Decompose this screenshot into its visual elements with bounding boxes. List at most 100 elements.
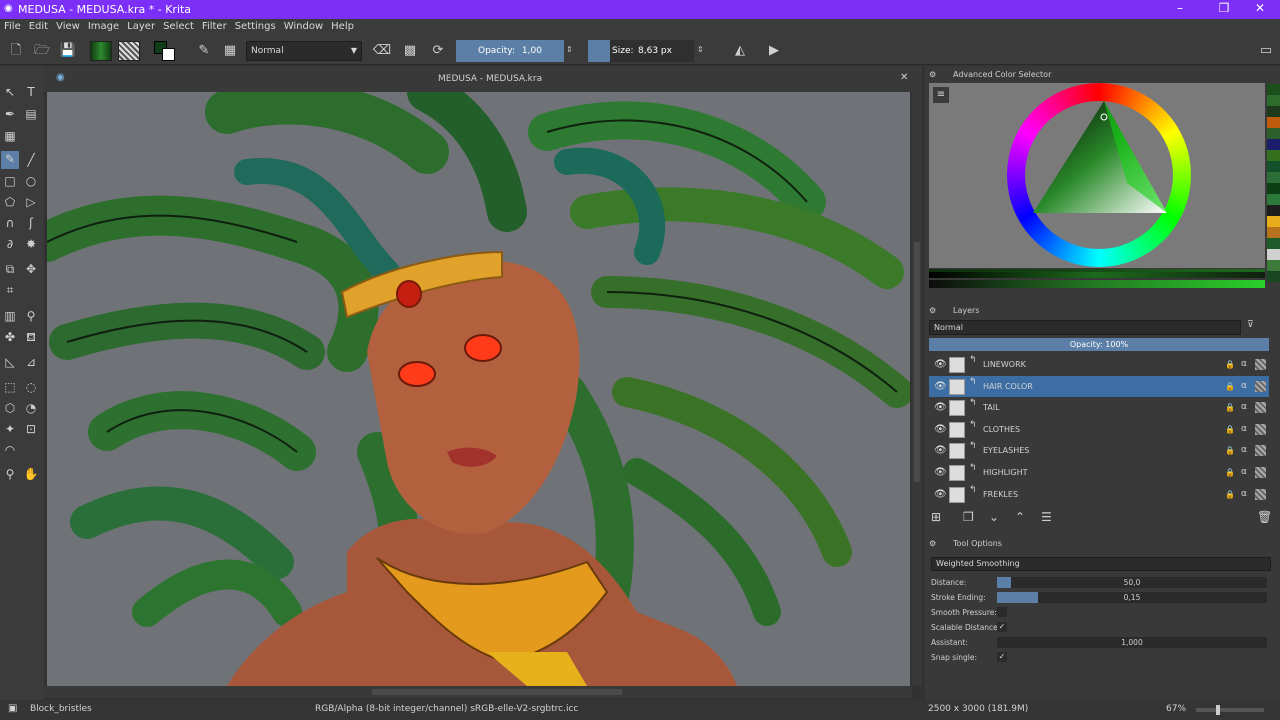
- layer-row[interactable]: 👁 ↰ HAIR COLOR 🔒 α: [929, 375, 1269, 397]
- lock-icon[interactable]: 🔒: [1225, 440, 1235, 461]
- new-document-icon[interactable]: 🗋: [6, 41, 26, 61]
- background-color-swatch[interactable]: [162, 48, 175, 61]
- lock-icon[interactable]: 🔒: [1225, 419, 1235, 440]
- layer-row[interactable]: 👁 ↰ EYELASHES 🔒 α: [929, 440, 1269, 461]
- maximize-icon[interactable]: ❐: [1216, 1, 1232, 17]
- bezier-tool-icon[interactable]: ∩: [2, 215, 18, 231]
- layer-properties-icon[interactable]: ☰: [1041, 510, 1052, 524]
- palette-swatch[interactable]: [1267, 205, 1280, 216]
- size-spin-icon[interactable]: ⇕: [697, 45, 704, 54]
- move-layer-down-icon[interactable]: ⌄: [989, 510, 999, 524]
- lock-icon[interactable]: 🔒: [1225, 462, 1235, 483]
- gradient-tool-icon[interactable]: ▥: [2, 308, 18, 324]
- menu-view[interactable]: View: [52, 19, 84, 34]
- drawing-canvas[interactable]: [47, 92, 910, 686]
- saturation-value-triangle[interactable]: [1007, 83, 1191, 267]
- option-checkbox[interactable]: ✓: [997, 622, 1007, 632]
- rectangle-tool-icon[interactable]: □: [2, 173, 18, 189]
- menu-image[interactable]: Image: [84, 19, 123, 34]
- palette-swatch[interactable]: [1267, 238, 1280, 249]
- delete-layer-icon[interactable]: 🗑: [1257, 510, 1272, 524]
- eye-icon[interactable]: 👁: [934, 462, 947, 483]
- layer-row[interactable]: 👁 ↰ TAIL 🔒 α: [929, 397, 1269, 418]
- color-picker-icon[interactable]: ⚲: [23, 308, 39, 324]
- layer-opacity-slider[interactable]: Opacity: 100%: [929, 338, 1269, 351]
- reload-preset-icon[interactable]: ⟳: [428, 41, 448, 61]
- palette-swatch[interactable]: [1267, 139, 1280, 150]
- crop-tool-icon[interactable]: ⌗: [2, 282, 18, 298]
- move-layer-up-icon[interactable]: ⌃: [1015, 510, 1025, 524]
- palette-swatch[interactable]: [1267, 128, 1280, 139]
- eye-icon[interactable]: 👁: [934, 376, 947, 397]
- alpha-lock-icon[interactable]: α: [1241, 440, 1247, 461]
- transparency-icon[interactable]: [1255, 359, 1266, 370]
- transparency-icon[interactable]: [1255, 445, 1266, 457]
- smoothing-select[interactable]: Weighted Smoothing: [931, 557, 1271, 571]
- panel-lock-icon[interactable]: ⚙: [929, 68, 936, 82]
- pattern-tool-icon[interactable]: ▦: [2, 128, 18, 144]
- calligraphy-icon[interactable]: ▤: [23, 106, 39, 122]
- menu-settings[interactable]: Settings: [231, 19, 280, 34]
- layer-blend-mode-select[interactable]: Normal: [929, 320, 1241, 335]
- brush-preset-icon[interactable]: ✎: [194, 41, 214, 61]
- multibrush-icon[interactable]: ✸: [23, 236, 39, 252]
- transparency-icon[interactable]: [1255, 380, 1266, 392]
- alpha-lock-icon[interactable]: α: [1241, 397, 1247, 418]
- eye-icon[interactable]: 👁: [934, 354, 947, 375]
- transparency-icon[interactable]: [1255, 467, 1266, 478]
- add-layer-icon[interactable]: ⊞: [931, 510, 941, 524]
- palette-swatch[interactable]: [1267, 106, 1280, 117]
- panel-lock-icon[interactable]: ⚙: [929, 537, 936, 551]
- freehand-select-icon[interactable]: ◔: [23, 400, 39, 416]
- vertical-scroll-thumb[interactable]: [914, 242, 920, 482]
- gradient-preset-button[interactable]: [90, 41, 112, 61]
- opacity-spin-icon[interactable]: ⇕: [566, 45, 573, 54]
- close-view-icon[interactable]: ✕: [900, 72, 908, 83]
- move-tool-icon[interactable]: ✥: [23, 261, 39, 277]
- line-tool-icon[interactable]: ╱: [23, 152, 39, 168]
- palette-swatch[interactable]: [1267, 172, 1280, 183]
- horizontal-scroll-thumb[interactable]: [372, 689, 622, 695]
- assistant-tool-icon[interactable]: ◺: [2, 354, 18, 370]
- option-slider[interactable]: 1,000: [997, 637, 1267, 648]
- color-history-palette[interactable]: [1267, 84, 1280, 288]
- transform-tool-icon[interactable]: ⧉: [2, 261, 18, 277]
- eye-icon[interactable]: 👁: [934, 397, 947, 418]
- freehand-path-icon[interactable]: ʃ: [23, 215, 39, 231]
- ellipse-select-icon[interactable]: ◌: [23, 379, 39, 395]
- select-shapes-icon[interactable]: ↖: [2, 84, 18, 100]
- polygon-select-icon[interactable]: ⬡: [2, 400, 18, 416]
- opacity-slider[interactable]: Opacity: 1,00: [456, 40, 564, 62]
- mirror-horizontal-icon[interactable]: ◭: [730, 41, 750, 61]
- rect-select-icon[interactable]: ⬚: [2, 379, 18, 395]
- duplicate-layer-icon[interactable]: ❐: [963, 510, 974, 524]
- menu-file[interactable]: File: [0, 19, 25, 34]
- menu-help[interactable]: Help: [327, 19, 358, 34]
- eye-icon[interactable]: 👁: [934, 440, 947, 461]
- palette-swatch[interactable]: [1267, 194, 1280, 205]
- ellipse-tool-icon[interactable]: ○: [23, 173, 39, 189]
- colorize-mask-icon[interactable]: ✤: [2, 329, 18, 345]
- palette-swatch[interactable]: [1267, 271, 1280, 282]
- size-slider[interactable]: Size: 8,63 px: [588, 40, 694, 62]
- palette-swatch[interactable]: [1267, 260, 1280, 271]
- close-icon[interactable]: ✕: [1252, 1, 1268, 17]
- preserve-alpha-icon[interactable]: ▩: [400, 41, 420, 61]
- measure-tool-icon[interactable]: ⊿: [23, 354, 39, 370]
- transparency-icon[interactable]: [1255, 423, 1266, 435]
- lock-icon[interactable]: 🔒: [1225, 484, 1235, 505]
- zoom-slider-handle[interactable]: [1216, 705, 1220, 715]
- palette-swatch[interactable]: [1267, 161, 1280, 172]
- menu-window[interactable]: Window: [280, 19, 327, 34]
- option-slider[interactable]: 0,15: [997, 592, 1267, 603]
- palette-swatch[interactable]: [1267, 216, 1280, 227]
- alpha-lock-icon[interactable]: α: [1241, 484, 1247, 505]
- palette-swatch[interactable]: [1267, 117, 1280, 128]
- alpha-lock-icon[interactable]: α: [1241, 462, 1247, 483]
- layer-row[interactable]: 👁 ↰ CLOTHES 🔒 α: [929, 419, 1269, 440]
- magic-wand-icon[interactable]: ✦: [2, 421, 18, 437]
- fill-tool-icon[interactable]: ⛾: [23, 329, 39, 345]
- layer-row[interactable]: 👁 ↰ LINEWORK 🔒 α: [929, 354, 1269, 375]
- palette-swatch[interactable]: [1267, 84, 1280, 95]
- bezier-select-icon[interactable]: ◠: [2, 442, 18, 458]
